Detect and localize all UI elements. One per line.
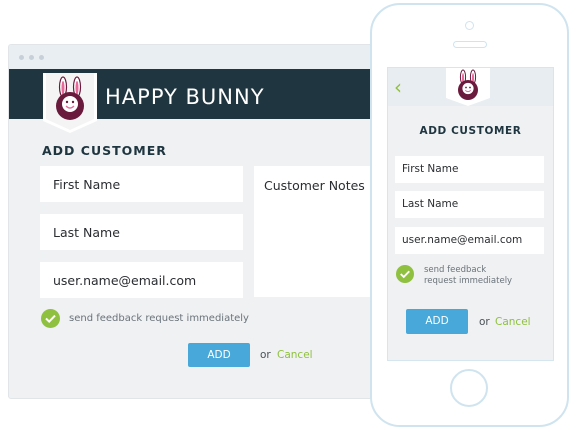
- first-name-input[interactable]: First Name: [395, 156, 544, 183]
- mobile-screen: ‹ ADD CUSTOMER First Name Last Name user…: [387, 67, 554, 361]
- window-dot-icon[interactable]: [29, 55, 34, 60]
- bunny-logo: [43, 73, 97, 133]
- window-dot-icon[interactable]: [19, 55, 24, 60]
- customer-notes-input[interactable]: Customer Notes: [254, 166, 379, 297]
- last-name-input[interactable]: Last Name: [40, 214, 243, 250]
- last-name-input[interactable]: Last Name: [395, 191, 544, 218]
- speaker-icon: [453, 41, 487, 48]
- phone-frame: ‹ ADD CUSTOMER First Name Last Name user…: [370, 3, 569, 427]
- chevron-left-icon[interactable]: ‹: [394, 77, 402, 97]
- feedback-label: send feedback request immediately: [69, 313, 249, 324]
- camera-icon: [465, 21, 474, 30]
- cancel-link[interactable]: Cancel: [495, 316, 531, 328]
- or-label: or: [479, 316, 490, 328]
- section-title: ADD CUSTOMER: [42, 143, 167, 158]
- brand-name: HAPPY BUNNY: [105, 85, 265, 109]
- window-titlebar: [9, 45, 379, 69]
- cancel-link[interactable]: Cancel: [277, 349, 313, 361]
- add-button[interactable]: ADD: [406, 309, 468, 334]
- home-button[interactable]: [450, 369, 488, 407]
- feedback-label: send feedback request immediately: [424, 265, 534, 287]
- bunny-logo: [446, 68, 490, 106]
- email-input[interactable]: user.name@email.com: [395, 227, 544, 254]
- desktop-window: HAPPY BUNNY ADD CUSTOMER First Name Last…: [8, 44, 380, 399]
- feedback-label-line: send feedback: [424, 265, 487, 275]
- feedback-checkbox[interactable]: [41, 309, 60, 328]
- first-name-input[interactable]: First Name: [40, 166, 243, 202]
- checkmark-icon: [45, 314, 56, 324]
- feedback-label-line: request immediately: [424, 276, 513, 286]
- checkmark-icon: [400, 270, 410, 279]
- section-title: ADD CUSTOMER: [419, 125, 522, 137]
- window-dot-icon[interactable]: [39, 55, 44, 60]
- add-button[interactable]: ADD: [188, 343, 250, 367]
- or-label: or: [260, 349, 271, 361]
- email-input[interactable]: user.name@email.com: [40, 262, 243, 298]
- feedback-checkbox[interactable]: [396, 265, 414, 283]
